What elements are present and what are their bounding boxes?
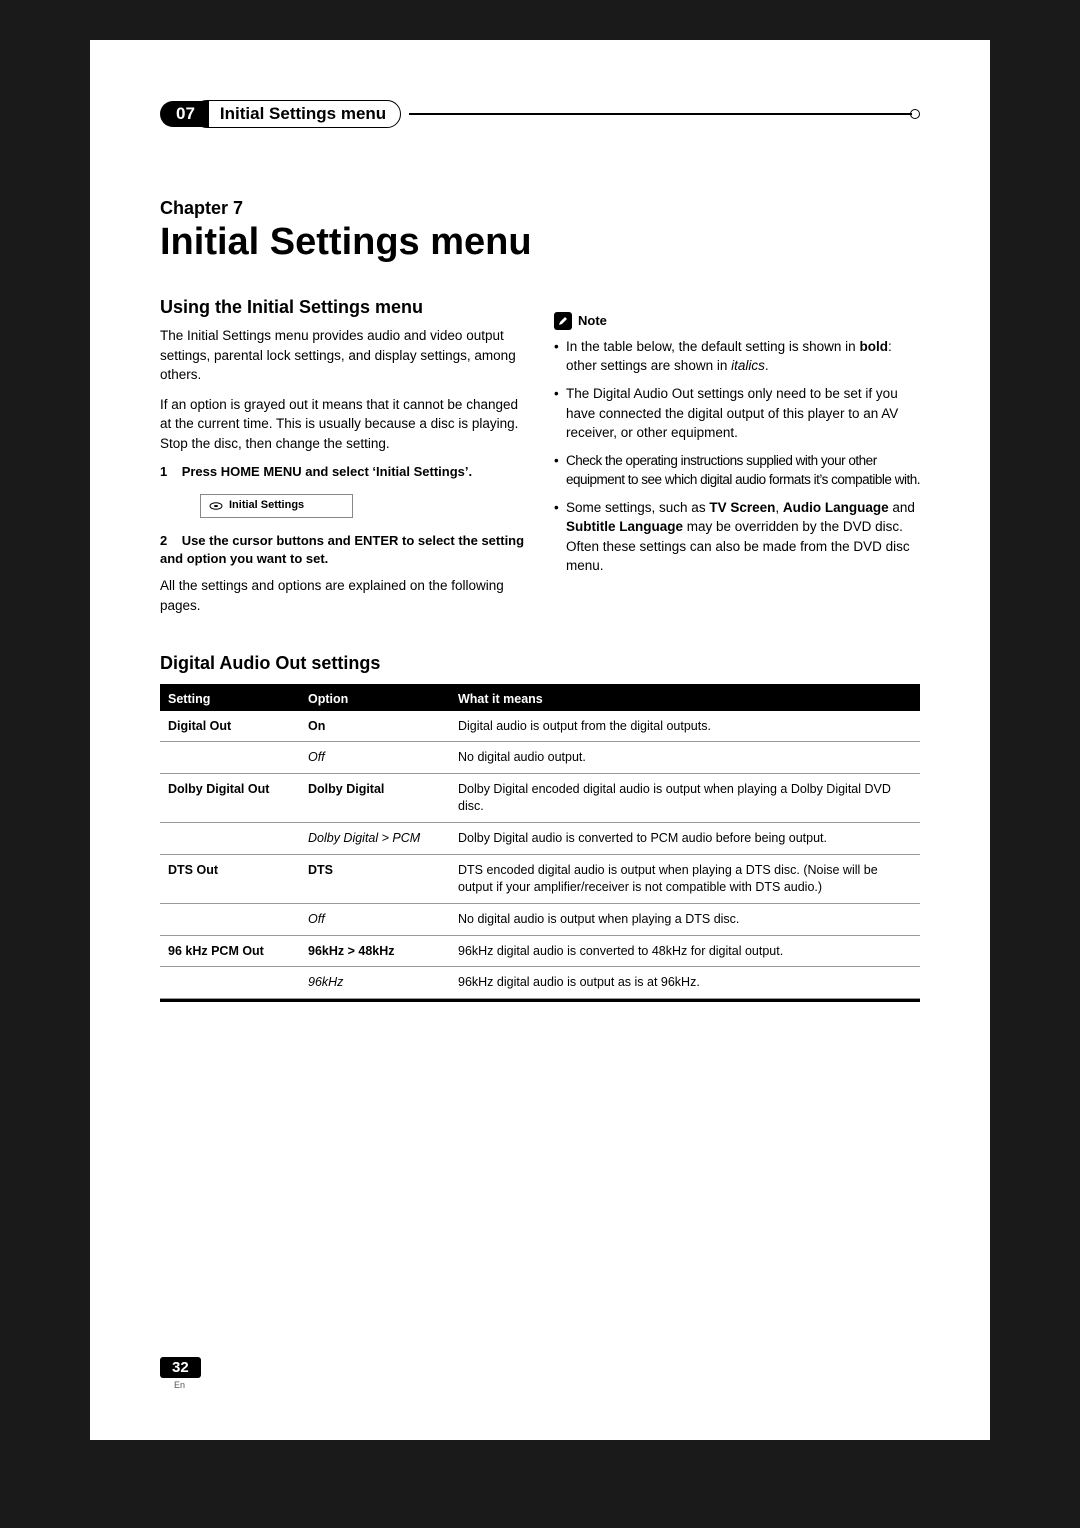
step-2: 2 Use the cursor buttons and ENTER to se… [160, 532, 526, 568]
table-row: 96 kHz PCM Out96kHz > 48kHz96kHz digital… [160, 935, 920, 967]
cell-meaning: Dolby Digital audio is converted to PCM … [450, 823, 920, 855]
header-terminal-dot [910, 109, 920, 119]
table-row: OffNo digital audio is output when playi… [160, 903, 920, 935]
note-4-audiolang: Audio Language [783, 500, 889, 515]
note-item-1: In the table below, the default setting … [554, 337, 920, 376]
table-bottom-rule [160, 999, 920, 1002]
note-1-a: In the table below, the default setting … [566, 339, 859, 354]
pencil-icon [554, 312, 572, 330]
table-row: DTS OutDTSDTS encoded digital audio is o… [160, 854, 920, 903]
cell-meaning: 96kHz digital audio is output as is at 9… [450, 967, 920, 999]
cell-setting [160, 742, 300, 774]
left-column: Using the Initial Settings menu The Init… [160, 294, 526, 625]
language-code: En [174, 1380, 201, 1390]
note-4-a: Some settings, such as [566, 500, 709, 515]
section-heading-digital-audio: Digital Audio Out settings [160, 653, 920, 674]
th-meaning: What it means [450, 687, 920, 711]
chapter-number-pill: 07 [160, 101, 209, 127]
step-followup: All the settings and options are explain… [160, 576, 526, 615]
chapter-label: Chapter 7 [160, 198, 920, 219]
cell-option: Off [300, 742, 450, 774]
step-1: 1 Press HOME MENU and select ‘Initial Se… [160, 463, 526, 481]
gear-disc-icon [209, 499, 223, 513]
cell-meaning: DTS encoded digital audio is output when… [450, 854, 920, 903]
chapter-header-band: 07 Initial Settings menu [160, 100, 920, 128]
cell-option: On [300, 711, 450, 742]
step-2-number: 2 [160, 533, 167, 548]
table-body: Digital OutOnDigital audio is output fro… [160, 711, 920, 999]
note-list: In the table below, the default setting … [554, 337, 920, 576]
right-column: Note In the table below, the default set… [554, 294, 920, 625]
cell-meaning: No digital audio is output when playing … [450, 903, 920, 935]
note-item-4: Some settings, such as TV Screen, Audio … [554, 498, 920, 576]
page-title: Initial Settings menu [160, 221, 920, 264]
cell-setting: Dolby Digital Out [160, 774, 300, 823]
settings-table: Setting Option What it means Digital Out… [160, 687, 920, 1000]
note-item-3: Check the operating instructions supplie… [554, 451, 920, 490]
page-number: 32 [160, 1357, 201, 1378]
cell-setting: Digital Out [160, 711, 300, 742]
manual-page: 07 Initial Settings menu Chapter 7 Initi… [90, 40, 990, 1440]
cell-meaning: No digital audio output. [450, 742, 920, 774]
table-header-row: Setting Option What it means [160, 687, 920, 711]
body-columns: Using the Initial Settings menu The Init… [160, 294, 920, 625]
cell-meaning: Dolby Digital encoded digital audio is o… [450, 774, 920, 823]
page-footer: 32 En [160, 1357, 201, 1390]
cell-option: Dolby Digital [300, 774, 450, 823]
chapter-title-pill: Initial Settings menu [193, 100, 401, 128]
cell-setting: DTS Out [160, 854, 300, 903]
table-row: Digital OutOnDigital audio is output fro… [160, 711, 920, 742]
cell-setting [160, 823, 300, 855]
step-1-number: 1 [160, 464, 167, 479]
cell-setting [160, 903, 300, 935]
step-2-text: Use the cursor buttons and ENTER to sele… [160, 533, 524, 566]
cell-setting: 96 kHz PCM Out [160, 935, 300, 967]
cell-option: DTS [300, 854, 450, 903]
table-row: Dolby Digital OutDolby DigitalDolby Digi… [160, 774, 920, 823]
table-row: 96kHz96kHz digital audio is output as is… [160, 967, 920, 999]
section-heading-using: Using the Initial Settings menu [160, 294, 526, 320]
cell-meaning: Digital audio is output from the digital… [450, 711, 920, 742]
initial-settings-menu-illustration: Initial Settings [200, 494, 353, 518]
note-heading: Note [554, 312, 607, 331]
table-row: OffNo digital audio output. [160, 742, 920, 774]
th-option: Option [300, 687, 450, 711]
note-4-c: , [775, 500, 783, 515]
note-item-2: The Digital Audio Out settings only need… [554, 384, 920, 443]
note-1-e: . [765, 358, 769, 373]
intro-paragraph-1: The Initial Settings menu provides audio… [160, 326, 526, 385]
note-4-tvscreen: TV Screen [709, 500, 775, 515]
note-1-bold: bold [859, 339, 888, 354]
note-4-sublang: Subtitle Language [566, 519, 683, 534]
note-1-ital: italics [731, 358, 765, 373]
cell-setting [160, 967, 300, 999]
cell-option: 96kHz [300, 967, 450, 999]
intro-paragraph-2: If an option is grayed out it means that… [160, 395, 526, 454]
cell-meaning: 96kHz digital audio is converted to 48kH… [450, 935, 920, 967]
header-rule [409, 113, 912, 115]
th-setting: Setting [160, 687, 300, 711]
note-4-e: and [889, 500, 915, 515]
cell-option: Dolby Digital > PCM [300, 823, 450, 855]
table-row: Dolby Digital > PCMDolby Digital audio i… [160, 823, 920, 855]
cell-option: Off [300, 903, 450, 935]
note-label-text: Note [578, 312, 607, 331]
step-1-text: Press HOME MENU and select ‘Initial Sett… [182, 464, 472, 479]
cell-option: 96kHz > 48kHz [300, 935, 450, 967]
menu-item-label: Initial Settings [229, 498, 304, 514]
